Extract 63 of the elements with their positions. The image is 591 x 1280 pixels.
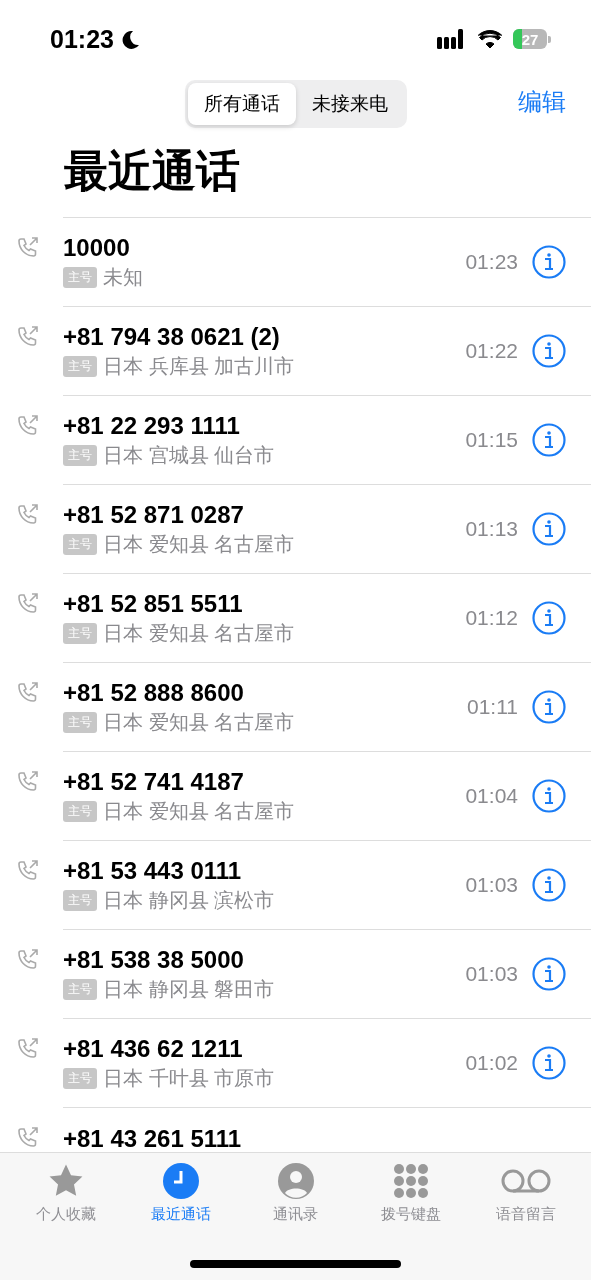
call-time: 01:15 [465, 428, 518, 452]
phone-number: +81 52 741 4187 [63, 767, 245, 796]
info-icon[interactable] [532, 601, 566, 635]
call-time: 01:03 [465, 873, 518, 897]
call-time: 01:03 [465, 962, 518, 986]
phone-number: +81 52 888 8600 [63, 678, 245, 707]
keypad-icon [392, 1163, 429, 1199]
phone-number: 10000 [63, 233, 131, 262]
call-time: 01:04 [465, 784, 518, 808]
call-location: 日本 爱知县 名古屋市 [103, 620, 295, 646]
person-icon [277, 1163, 314, 1199]
outgoing-call-icon [17, 414, 39, 436]
outgoing-call-icon [17, 681, 39, 703]
call-time: 01:12 [465, 606, 518, 630]
call-location: 日本 宫城县 仙台市 [103, 442, 275, 468]
phone-number: +81 436 62 1211 [63, 1034, 244, 1063]
info-icon[interactable] [532, 690, 566, 724]
status-time: 01:23 [50, 24, 114, 54]
phone-number: +81 538 38 5000 [63, 945, 245, 974]
outgoing-call-icon [17, 1126, 39, 1148]
outgoing-call-icon [17, 236, 39, 258]
call-location: 日本 爱知县 名古屋市 [103, 531, 295, 557]
filter-tab[interactable]: 未接来电 [295, 83, 404, 125]
call-time: 01:22 [465, 339, 518, 363]
call-location: 未知 [103, 264, 143, 290]
call-time: 01:23 [465, 250, 518, 274]
outgoing-call-icon [17, 948, 39, 970]
outgoing-call-icon [17, 859, 39, 881]
call-location: 日本 千叶县 市原市 [103, 1065, 275, 1091]
info-icon[interactable] [532, 423, 566, 457]
info-icon[interactable] [532, 1046, 566, 1080]
call-location: 日本 静冈县 磐田市 [103, 976, 275, 1002]
page-title: 最近通话 [64, 145, 241, 197]
outgoing-call-icon [17, 503, 39, 525]
clock-icon [162, 1163, 199, 1199]
phone-number: +81 52 871 0287 [63, 500, 245, 529]
call-row[interactable]: +81 43 261 5111 [63, 1108, 591, 1153]
call-time: 01:11 [467, 695, 518, 719]
info-icon[interactable] [532, 957, 566, 991]
call-location: 日本 爱知县 名古屋市 [103, 709, 295, 735]
call-location: 日本 兵库县 加古川市 [103, 353, 295, 379]
call-location: 日本 静冈县 滨松市 [103, 887, 275, 913]
call-time: 01:02 [465, 1051, 518, 1075]
phone-number: +81 53 443 0111 [63, 856, 243, 885]
edit-button[interactable]: 编辑 [518, 86, 566, 118]
info-icon[interactable] [532, 779, 566, 813]
phone-number: +81 52 851 5511 [63, 589, 244, 618]
info-icon[interactable] [532, 512, 566, 546]
info-icon[interactable] [532, 334, 566, 368]
call-time: 01:13 [465, 517, 518, 541]
filter-tab[interactable]: 所有通话 [187, 83, 296, 125]
outgoing-call-icon [17, 1037, 39, 1059]
info-icon[interactable] [532, 868, 566, 902]
call-location: 日本 爱知县 名古屋市 [103, 798, 295, 824]
outgoing-call-icon [17, 592, 39, 614]
info-icon[interactable] [532, 245, 566, 279]
phone-number: +81 43 261 5111 [63, 1125, 243, 1153]
wifi-icon [477, 29, 503, 49]
phone-number: +81 794 38 0621 (2) [63, 322, 281, 351]
phone-number: +81 22 293 1111 [63, 411, 241, 440]
outgoing-call-icon [17, 325, 39, 347]
outgoing-call-icon [17, 770, 39, 792]
tab-bar-item[interactable]: 最近通话 [130, 1163, 231, 1224]
